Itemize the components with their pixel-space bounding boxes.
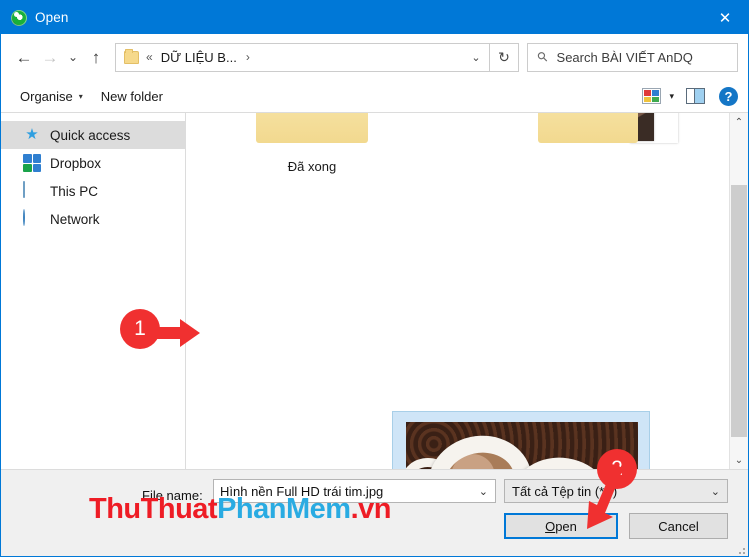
cancel-button[interactable]: Cancel bbox=[629, 513, 728, 539]
address-bar[interactable]: « DỮ LIỆU B... › ⌄ bbox=[115, 42, 490, 72]
sidebar-item-this-pc[interactable]: This PC bbox=[1, 177, 185, 205]
chevron-down-icon[interactable]: ⌄ bbox=[463, 45, 489, 70]
navigation-pane: ★ Quick access Dropbox This PC Network bbox=[1, 113, 186, 469]
refresh-icon[interactable]: ↻ bbox=[489, 42, 519, 72]
search-input[interactable]: Search BÀI VIẾT AnDQ bbox=[557, 50, 693, 65]
scroll-down-icon[interactable]: ⌄ bbox=[730, 451, 748, 469]
watermark-part2: PhanMem bbox=[217, 493, 351, 525]
organise-button[interactable]: Organise ▾ bbox=[11, 89, 92, 104]
globe-icon bbox=[23, 209, 41, 228]
app-circle-icon bbox=[11, 9, 27, 26]
chevron-down-icon[interactable]: ⌄ bbox=[711, 485, 727, 498]
search-icon: ⚲ bbox=[533, 47, 552, 66]
sidebar-item-label: Dropbox bbox=[50, 155, 102, 171]
navigation-bar: ← → ⌄ ↑ « DỮ LIỆU B... › ⌄ ↻ ⚲ Search BÀ… bbox=[1, 34, 748, 80]
list-item-label: Đã xong bbox=[287, 159, 337, 174]
organise-label: Organise bbox=[20, 88, 73, 104]
folder-thumbnail bbox=[256, 113, 368, 143]
sidebar-item-label: Network bbox=[50, 211, 100, 227]
sidebar-item-network[interactable]: Network bbox=[1, 205, 185, 233]
folder-thumbnail bbox=[538, 113, 678, 143]
window-title: Open bbox=[35, 10, 69, 25]
search-box[interactable]: ⚲ Search BÀI VIẾT AnDQ bbox=[527, 42, 738, 72]
command-toolbar: Organise ▾ New folder ▾ ? bbox=[1, 80, 748, 112]
chevron-down-icon[interactable]: ▾ bbox=[669, 91, 674, 102]
recent-locations-button[interactable]: ⌄ bbox=[63, 44, 83, 70]
scroll-up-icon[interactable]: ⌃ bbox=[730, 113, 748, 131]
back-button[interactable]: ← bbox=[11, 44, 37, 70]
view-options-icon[interactable] bbox=[642, 88, 662, 104]
up-button[interactable]: ↑ bbox=[83, 44, 109, 70]
watermark-part3: .vn bbox=[350, 493, 392, 525]
sidebar-item-label: This PC bbox=[50, 183, 99, 199]
star-icon: ★ bbox=[25, 126, 39, 143]
sidebar-item-label: Quick access bbox=[50, 127, 131, 143]
sidebar-item-dropbox[interactable]: Dropbox bbox=[1, 149, 185, 177]
watermark-part1: ThuThuat bbox=[89, 493, 218, 525]
breadcrumb-overflow[interactable]: « bbox=[146, 50, 153, 64]
list-item[interactable] bbox=[538, 113, 678, 143]
folder-icon bbox=[124, 48, 139, 64]
scrollbar-thumb[interactable] bbox=[731, 185, 747, 437]
open-file-dialog: Open ✕ ← → ⌄ ↑ « DỮ LIỆU B... › ⌄ ↻ ⚲ Se… bbox=[0, 0, 749, 557]
file-items: Đã xong bbox=[186, 113, 730, 469]
arrow-right-icon bbox=[148, 319, 200, 347]
forward-button[interactable]: → bbox=[37, 44, 63, 70]
list-item[interactable]: Đã xong bbox=[256, 113, 368, 174]
new-folder-button[interactable]: New folder bbox=[92, 89, 172, 104]
vertical-scrollbar[interactable]: ⌃ ⌄ bbox=[729, 113, 748, 469]
resize-grip[interactable] bbox=[735, 544, 745, 554]
chevron-down-icon: ▾ bbox=[78, 91, 83, 101]
help-icon[interactable]: ? bbox=[719, 86, 738, 106]
breadcrumb-separator[interactable]: › bbox=[246, 50, 250, 64]
watermark: ThuThuatPhanMem.vn bbox=[89, 493, 391, 526]
preview-pane-icon[interactable] bbox=[686, 88, 705, 104]
title-bar: Open ✕ bbox=[1, 1, 748, 34]
arrow-down-left-icon bbox=[587, 463, 623, 529]
monitor-icon bbox=[23, 181, 41, 200]
dropbox-icon bbox=[23, 154, 41, 172]
coffee-cup bbox=[419, 426, 541, 469]
breadcrumb-current[interactable]: DỮ LIỆU B... bbox=[161, 50, 237, 65]
close-icon[interactable]: ✕ bbox=[702, 1, 748, 34]
chevron-down-icon[interactable]: ⌄ bbox=[479, 485, 495, 498]
file-list-pane[interactable]: Đã xong ⌃ ⌄ bbox=[186, 113, 748, 469]
dialog-body: ★ Quick access Dropbox This PC Network Đ… bbox=[1, 112, 748, 469]
sidebar-item-quick-access[interactable]: ★ Quick access bbox=[1, 121, 185, 149]
